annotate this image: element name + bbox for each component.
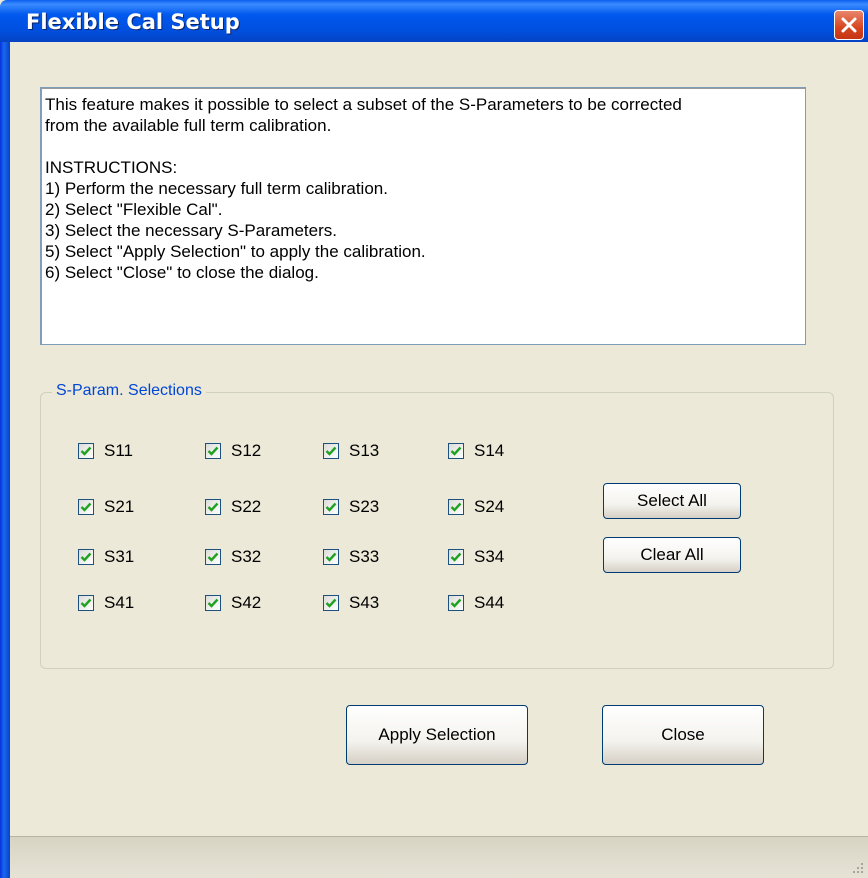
description-line: 1) Perform the necessary full term calib…	[45, 179, 388, 198]
checkbox-s44[interactable]: S44	[448, 593, 504, 613]
checkbox-label: S42	[231, 593, 262, 612]
checkbox-box[interactable]	[448, 499, 464, 515]
checkbox-box[interactable]	[323, 595, 339, 611]
clear-all-button[interactable]: Clear All	[603, 537, 741, 573]
checkbox-label: S44	[474, 593, 505, 612]
checkbox-label: S22	[231, 497, 262, 516]
dialog-window: Flexible Cal Setup This feature makes it…	[0, 0, 868, 878]
checkbox-label: S13	[349, 441, 380, 460]
description-line: This feature makes it possible to select…	[45, 95, 682, 114]
description-textbox[interactable]: This feature makes it possible to select…	[40, 87, 806, 345]
description-line	[45, 136, 801, 157]
checkmark-icon	[207, 552, 219, 562]
checkmark-icon	[80, 502, 92, 512]
checkbox-box[interactable]	[448, 549, 464, 565]
checkbox-box[interactable]	[323, 549, 339, 565]
title-bar[interactable]: Flexible Cal Setup	[0, 0, 868, 42]
checkmark-icon	[207, 598, 219, 608]
checkbox-box[interactable]	[78, 595, 94, 611]
checkmark-icon	[325, 446, 337, 456]
checkbox-label: S21	[104, 497, 135, 516]
checkbox-label: S34	[474, 547, 505, 566]
close-window-button[interactable]	[834, 10, 864, 40]
checkbox-box[interactable]	[205, 499, 221, 515]
checkbox-s32[interactable]: S32	[205, 547, 261, 567]
checkbox-s33[interactable]: S33	[323, 547, 379, 567]
description-line: 3) Select the necessary S-Parameters.	[45, 221, 337, 240]
groupbox-legend: S-Param. Selections	[52, 382, 206, 400]
checkbox-s13[interactable]: S13	[323, 441, 379, 461]
checkmark-icon	[325, 502, 337, 512]
checkbox-s34[interactable]: S34	[448, 547, 504, 567]
checkmark-icon	[450, 446, 462, 456]
close-button[interactable]: Close	[602, 705, 764, 765]
checkbox-s43[interactable]: S43	[323, 593, 379, 613]
checkbox-s21[interactable]: S21	[78, 497, 134, 517]
description-line: 2) Select "Flexible Cal".	[45, 200, 223, 219]
select-all-button[interactable]: Select All	[603, 483, 741, 519]
description-line: from the available full term calibration…	[45, 116, 332, 135]
checkbox-s24[interactable]: S24	[448, 497, 504, 517]
checkmark-icon	[450, 502, 462, 512]
checkbox-s42[interactable]: S42	[205, 593, 261, 613]
checkmark-icon	[325, 552, 337, 562]
description-line: 5) Select "Apply Selection" to apply the…	[45, 242, 426, 261]
checkbox-label: S24	[474, 497, 505, 516]
s-param-groupbox	[40, 392, 834, 669]
checkbox-box[interactable]	[78, 499, 94, 515]
checkbox-label: S14	[474, 441, 505, 460]
window-title: Flexible Cal Setup	[26, 10, 240, 34]
resize-grip-icon[interactable]	[850, 860, 864, 874]
checkbox-label: S23	[349, 497, 380, 516]
checkbox-s23[interactable]: S23	[323, 497, 379, 517]
checkbox-box[interactable]	[78, 549, 94, 565]
checkbox-label: S32	[231, 547, 262, 566]
checkbox-box[interactable]	[448, 595, 464, 611]
checkmark-icon	[80, 598, 92, 608]
checkbox-s12[interactable]: S12	[205, 441, 261, 461]
checkbox-s31[interactable]: S31	[78, 547, 134, 567]
checkbox-s41[interactable]: S41	[78, 593, 134, 613]
checkbox-s14[interactable]: S14	[448, 441, 504, 461]
checkmark-icon	[450, 552, 462, 562]
checkbox-label: S11	[104, 441, 133, 460]
checkbox-label: S41	[104, 593, 135, 612]
checkbox-box[interactable]	[78, 443, 94, 459]
checkbox-box[interactable]	[205, 443, 221, 459]
description-line: INSTRUCTIONS:	[45, 158, 178, 177]
checkmark-icon	[325, 598, 337, 608]
checkbox-box[interactable]	[323, 499, 339, 515]
checkbox-label: S43	[349, 593, 380, 612]
checkmark-icon	[450, 598, 462, 608]
checkbox-box[interactable]	[323, 443, 339, 459]
checkbox-label: S33	[349, 547, 380, 566]
checkbox-box[interactable]	[448, 443, 464, 459]
checkbox-s22[interactable]: S22	[205, 497, 261, 517]
checkmark-icon	[207, 502, 219, 512]
close-x-icon	[841, 17, 857, 33]
description-line: 6) Select "Close" to close the dialog.	[45, 263, 319, 282]
checkbox-label: S31	[104, 547, 135, 566]
checkbox-box[interactable]	[205, 595, 221, 611]
checkmark-icon	[80, 552, 92, 562]
checkmark-icon	[207, 446, 219, 456]
window-border	[0, 42, 10, 878]
checkbox-label: S12	[231, 441, 262, 460]
checkmark-icon	[80, 446, 92, 456]
checkbox-box[interactable]	[205, 549, 221, 565]
checkbox-s11[interactable]: S11	[78, 441, 133, 461]
status-bar	[10, 836, 868, 878]
apply-selection-button[interactable]: Apply Selection	[346, 705, 528, 765]
